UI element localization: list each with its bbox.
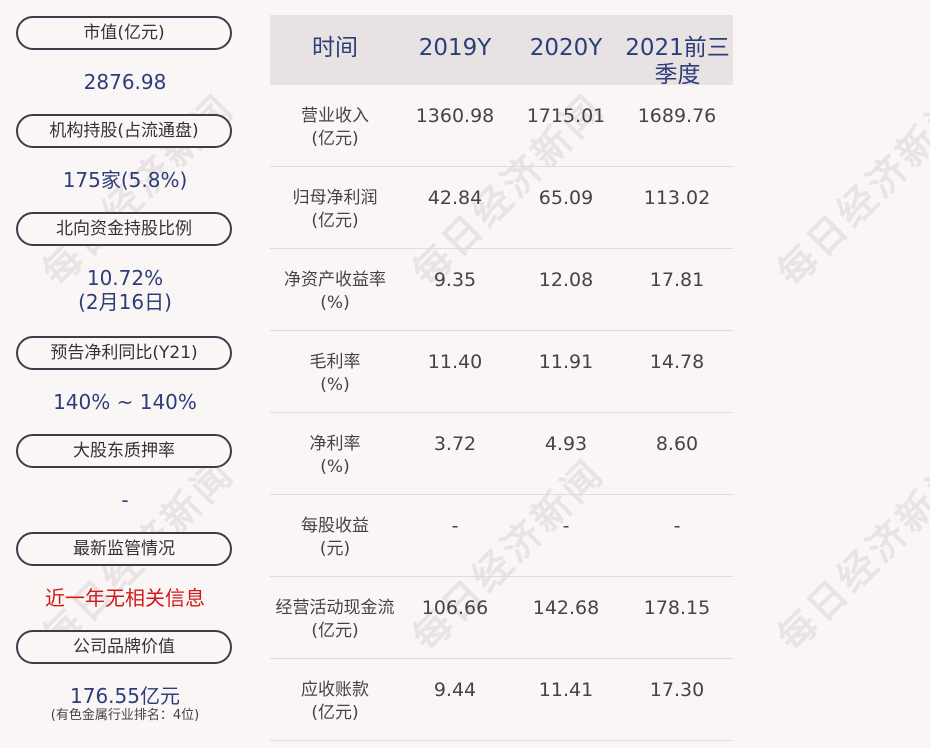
table-row: 每股收益 (元) - - - <box>270 495 733 577</box>
table-header: 时间 2019Y 2020Y 2021前三季度 <box>270 15 733 88</box>
metric-value-pledge: - <box>121 488 129 512</box>
table-row: 净利率 (%) 3.72 4.93 8.60 <box>270 413 733 495</box>
metric-label-regulation: 最新监管情况 <box>16 532 232 566</box>
table-row: 净资产收益率 (%) 9.35 12.08 17.81 <box>270 249 733 331</box>
table-cell: 113.02 <box>643 187 711 209</box>
table-cell: 42.84 <box>427 187 483 209</box>
row-label: 营业收入 (亿元) <box>301 106 369 149</box>
metric-label-forecast: 预告净利同比(Y21) <box>16 336 232 370</box>
metric-label-market-cap: 市值(亿元) <box>16 16 232 50</box>
table-cell: 17.30 <box>649 679 705 701</box>
table-cell: - <box>673 515 681 537</box>
northbound-ratio: 10.72% <box>86 266 164 290</box>
table-cell: 12.08 <box>538 269 594 291</box>
table-cell: 14.78 <box>649 351 705 373</box>
table-cell: 9.44 <box>433 679 477 701</box>
metric-value-regulation: 近一年无相关信息 <box>45 586 205 610</box>
table-row: 应收账款 (亿元) 9.44 11.41 17.30 <box>270 659 733 741</box>
metric-label-northbound: 北向资金持股比例 <box>16 212 232 246</box>
brand-rank-note: (有色金属行业排名：4位) <box>50 708 200 723</box>
table-row: 毛利率 (%) 11.40 11.91 14.78 <box>270 331 733 413</box>
header-2019: 2019Y <box>418 35 492 61</box>
table-row: 营业收入 (亿元) 1360.98 1715.01 1689.76 <box>270 85 733 167</box>
table-cell: 9.35 <box>433 269 477 291</box>
row-label: 应收账款 (亿元) <box>301 680 369 723</box>
table-cell: - <box>562 515 570 537</box>
metric-value-market-cap: 2876.98 <box>83 70 167 94</box>
header-period: 时间 <box>312 35 358 61</box>
metric-value-brand: 176.55亿元 (有色金属行业排名：4位) <box>0 684 250 724</box>
metric-value-northbound: 10.72% (2月16日) <box>0 266 250 314</box>
table-cell: 1360.98 <box>415 105 495 127</box>
header-2020: 2020Y <box>529 35 603 61</box>
row-label: 净资产收益率 (%) <box>284 270 386 313</box>
metric-label-institutional: 机构持股(占流通盘) <box>16 114 232 148</box>
metric-value-forecast: 140% ~ 140% <box>53 390 197 414</box>
metric-label-pledge: 大股东质押率 <box>16 434 232 468</box>
table-cell: 11.41 <box>538 679 594 701</box>
table-cell: 65.09 <box>538 187 594 209</box>
table-cell: 4.93 <box>544 433 588 455</box>
row-label: 归母净利润 (亿元) <box>292 188 378 231</box>
header-2021q3: 2021前三季度 <box>625 35 730 88</box>
brand-value: 176.55亿元 <box>70 684 180 708</box>
table-cell: - <box>451 515 459 537</box>
table-cell: 8.60 <box>655 433 699 455</box>
table-cell: 17.81 <box>649 269 705 291</box>
table-cell: 106.66 <box>421 597 489 619</box>
table-cell: 3.72 <box>433 433 477 455</box>
metric-label-brand: 公司品牌价值 <box>16 630 232 664</box>
northbound-date: (2月16日) <box>78 290 172 314</box>
watermark: 每日经济新闻 <box>768 450 930 660</box>
table-cell: 11.40 <box>427 351 483 373</box>
table-row: 经营活动现金流 (亿元) 106.66 142.68 178.15 <box>270 577 733 659</box>
financial-table: 时间 2019Y 2020Y 2021前三季度 营业收入 (亿元) 1360.98… <box>270 15 733 741</box>
table-cell: 178.15 <box>643 597 711 619</box>
row-label: 经营活动现金流 (亿元) <box>275 598 395 641</box>
table-cell: 1715.01 <box>526 105 606 127</box>
table-cell: 142.68 <box>532 597 600 619</box>
table-cell: 11.91 <box>538 351 594 373</box>
table-row: 归母净利润 (亿元) 42.84 65.09 113.02 <box>270 167 733 249</box>
row-label: 净利率 (%) <box>309 434 361 477</box>
row-label: 每股收益 (元) <box>301 516 369 559</box>
metric-value-institutional: 175家(5.8%) <box>62 168 188 192</box>
watermark: 每日经济新闻 <box>768 85 930 295</box>
row-label: 毛利率 (%) <box>309 352 361 395</box>
table-cell: 1689.76 <box>637 105 717 127</box>
